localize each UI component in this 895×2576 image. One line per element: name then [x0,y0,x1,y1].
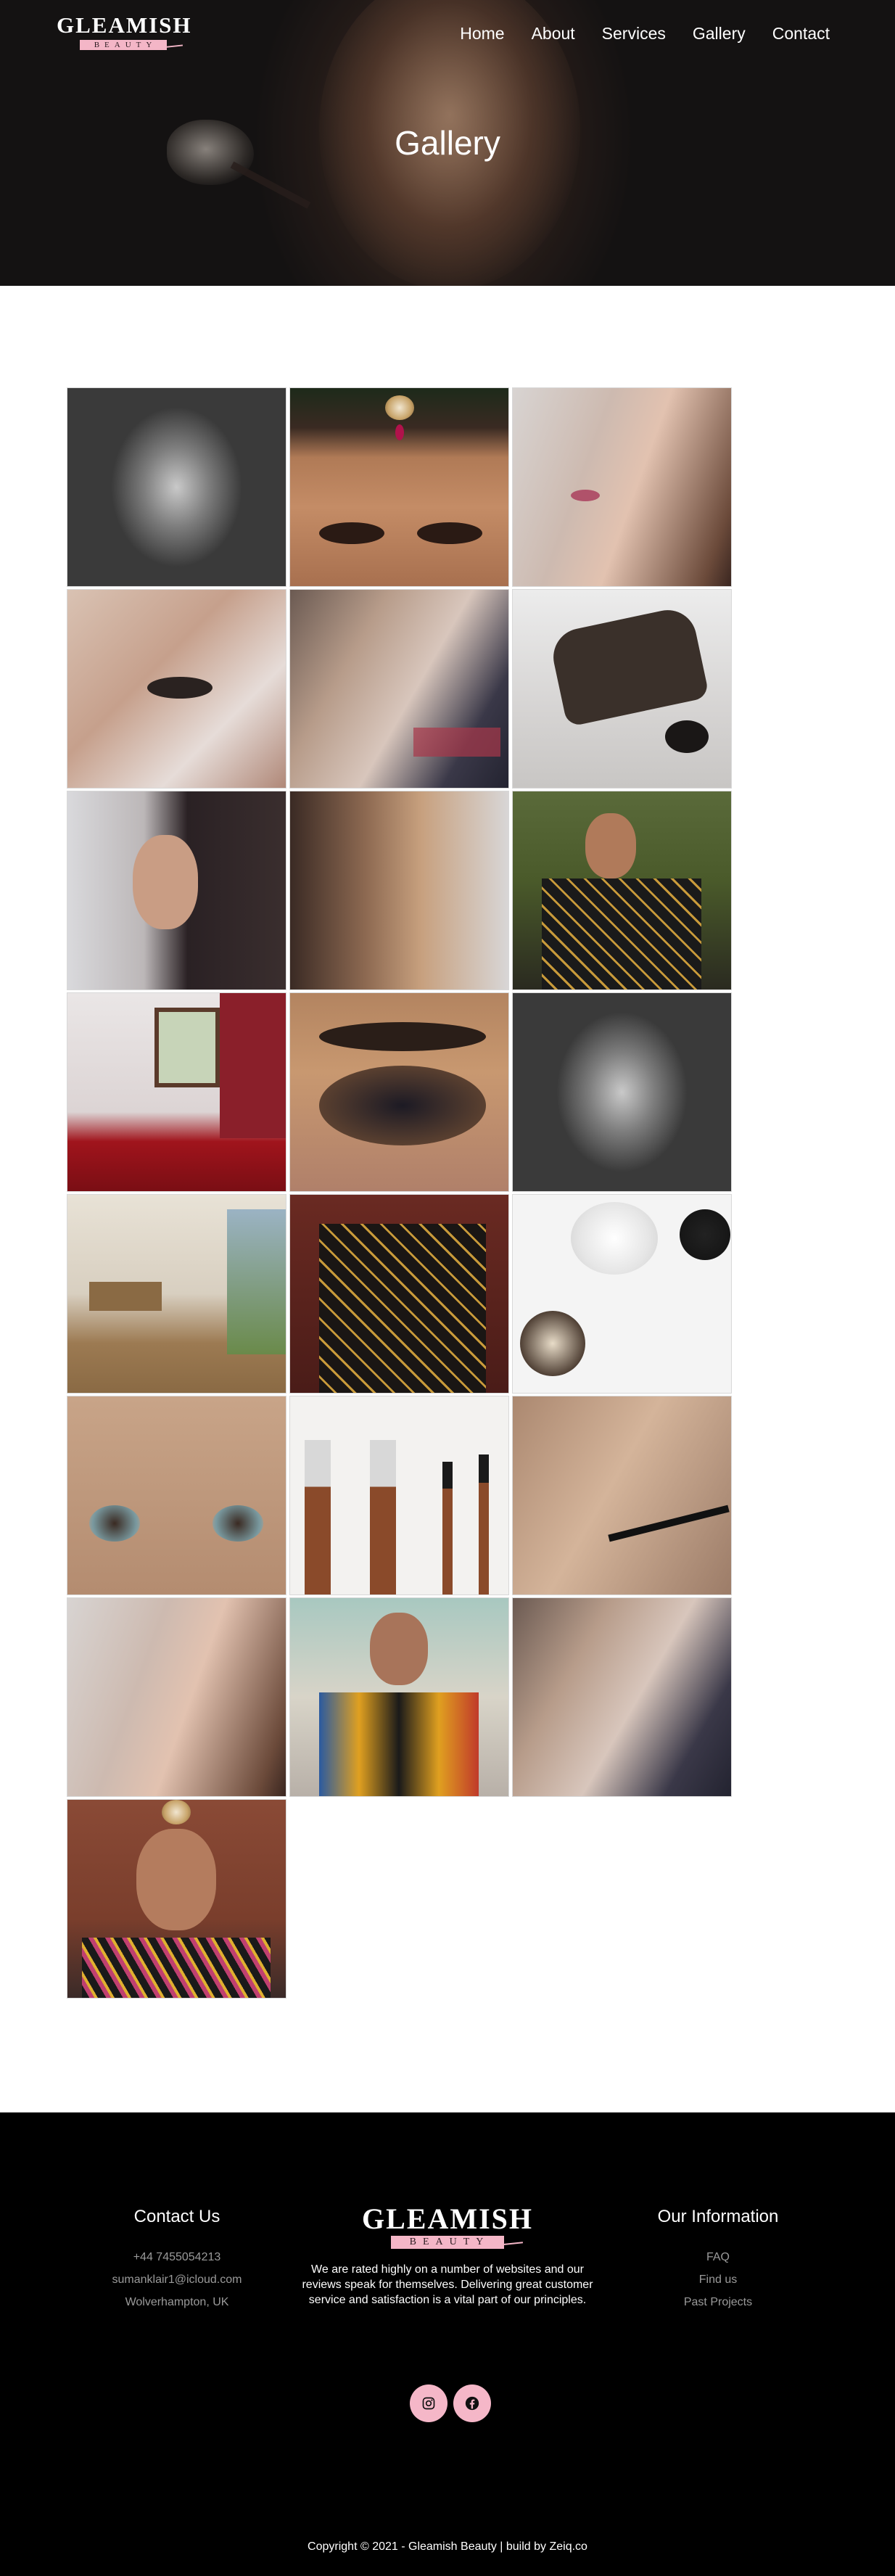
gallery-image[interactable] [512,992,732,1192]
gallery-image[interactable] [67,1396,286,1595]
nav-about[interactable]: About [532,22,575,44]
gallery-image[interactable] [67,387,286,587]
footer-contact: Contact Us +44 7455054213 sumanklair1@ic… [80,2207,274,2313]
gallery-image[interactable] [289,1396,509,1595]
footer-contact-title: Contact Us [133,2207,220,2226]
nav-gallery[interactable]: Gallery [693,22,746,44]
footer-info: Our Information FAQ Find us Past Project… [624,2207,812,2313]
site-footer: Contact Us +44 7455054213 sumanklair1@ic… [0,2112,895,2576]
hero-banner: GLEAMISH BEAUTY Home About Services Gall… [0,0,895,286]
gallery-image[interactable] [67,1799,286,1999]
gallery-image[interactable] [512,1597,732,1797]
page-title: Gallery [395,124,500,162]
gallery-image[interactable] [289,992,509,1192]
gallery-image[interactable] [289,1194,509,1394]
gallery-image[interactable] [289,589,509,789]
gallery-image[interactable] [67,992,286,1192]
footer-phone[interactable]: +44 7455054213 [80,2246,274,2268]
footer-logo-wordmark: GLEAMISH [361,2202,534,2235]
gallery-image[interactable] [67,791,286,990]
nav-contact[interactable]: Contact [772,22,830,44]
gallery-image[interactable] [512,791,732,990]
gallery-image[interactable] [289,387,509,587]
footer-location: Wolverhampton, UK [125,2296,229,2308]
footer-logo-tagline: BEAUTY [390,2236,505,2249]
social-links [410,2384,491,2422]
instagram-icon [422,2397,435,2410]
nav-home[interactable]: Home [460,22,504,44]
gallery-image[interactable] [512,1396,732,1595]
instagram-button[interactable] [410,2384,448,2422]
logo-wordmark: GLEAMISH [57,12,192,38]
gallery-grid [67,387,734,1999]
footer-about: GLEAMISH BEAUTY We are rated highly on a… [299,2204,596,2308]
footer-link-faq[interactable]: FAQ [624,2246,812,2268]
nav-services[interactable]: Services [602,22,666,44]
logo-tagline: BEAUTY [79,40,168,50]
main-nav: Home About Services Gallery Contact [433,22,830,44]
gallery-image[interactable] [67,1194,286,1394]
gallery-image[interactable] [512,589,732,789]
gallery-image[interactable] [512,387,732,587]
footer-link-past-projects[interactable]: Past Projects [624,2291,812,2313]
gallery-image[interactable] [67,589,286,789]
footer-email[interactable]: sumanklair1@icloud.com [80,2268,274,2291]
copyright-text: Copyright © 2021 - Gleamish Beauty | bui… [308,2540,587,2553]
gallery-image[interactable] [512,1194,732,1394]
facebook-icon [465,2396,479,2411]
gallery-image[interactable] [289,1597,509,1797]
facebook-button[interactable] [453,2384,491,2422]
gallery-image[interactable] [289,791,509,990]
footer-about-text: We are rated highly on a number of websi… [302,2263,593,2306]
footer-link-find-us[interactable]: Find us [624,2268,812,2291]
site-logo[interactable]: GLEAMISH BEAUTY [57,12,192,51]
footer-info-title: Our Information [657,2207,779,2226]
gallery-image[interactable] [67,1597,286,1797]
